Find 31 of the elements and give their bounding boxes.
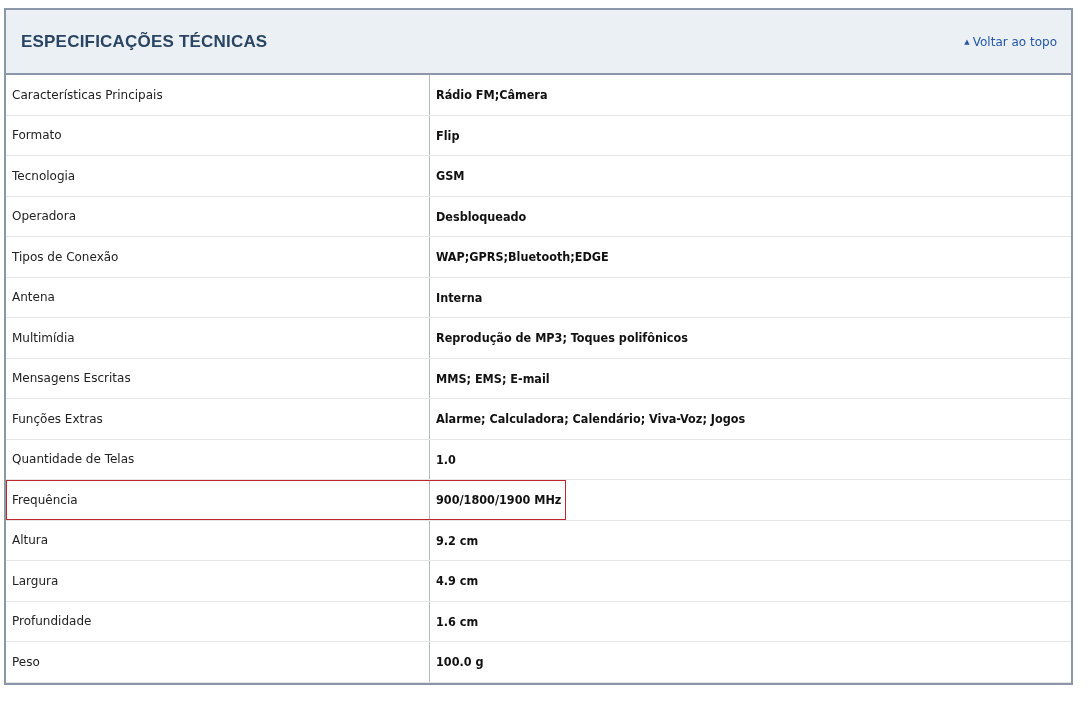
spec-value: WAP;GPRS;Bluetooth;EDGE: [435, 248, 610, 267]
spec-label: Operadora: [6, 196, 430, 236]
spec-value: Rádio FM;Câmera: [435, 86, 549, 105]
section-title: ESPECIFICAÇÕES TÉCNICAS: [21, 31, 268, 52]
spec-value: 1.0: [435, 450, 457, 469]
spec-label: Multimídia: [6, 318, 430, 358]
spec-label: Quantidade de Telas: [6, 439, 430, 479]
spec-label: Antena: [6, 277, 430, 317]
spec-label: Tipos de Conexão: [6, 237, 430, 277]
spec-label: Profundidade: [6, 601, 430, 641]
spec-label: Mensagens Escritas: [6, 358, 430, 398]
spec-value: Flip: [435, 126, 461, 145]
spec-value: Desbloqueado: [435, 207, 528, 226]
spec-value: GSM: [435, 167, 466, 186]
spec-value: Alarme; Calculadora; Calendário; Viva-Voz; Jogos: [435, 410, 747, 429]
spec-label: Características Principais: [6, 75, 430, 115]
spec-value: Interna: [435, 288, 484, 307]
spec-value: 900/1800/1900 MHz: [435, 491, 563, 510]
spec-label: Frequência: [6, 480, 430, 520]
spec-label: Largura: [6, 561, 430, 601]
spec-value: MMS; EMS; E-mail: [435, 369, 551, 388]
spec-label: Peso: [6, 642, 430, 682]
spec-label: Formato: [6, 115, 430, 155]
spec-value: 4.9 cm: [435, 572, 480, 591]
spec-label: Altura: [6, 520, 430, 560]
spec-label: Tecnologia: [6, 156, 430, 196]
spec-value: 9.2 cm: [435, 531, 480, 550]
spec-label: Funções Extras: [6, 399, 430, 439]
spec-value: Reprodução de MP3; Toques polifônicos: [435, 329, 689, 348]
spec-value: 1.6 cm: [435, 612, 480, 631]
spec-value: 100.0 g: [435, 653, 485, 672]
